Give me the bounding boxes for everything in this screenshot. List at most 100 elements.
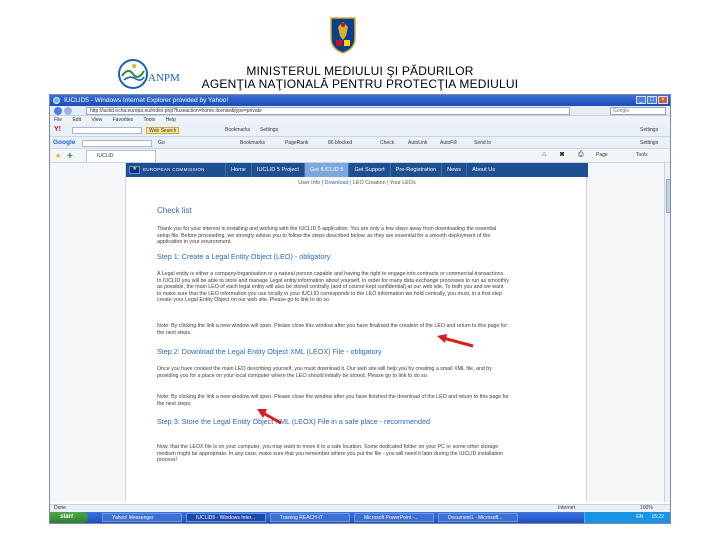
ministry-title: MINISTERUL MEDIULUI ŞI PĂDURILOR (246, 64, 474, 78)
web-search-button[interactable]: Web Search (146, 127, 180, 134)
google-check[interactable]: Check (380, 140, 394, 147)
eu-flag-icon (129, 165, 140, 174)
google-toolbar: Google Go Bookmarks PageRank 86 blocked … (50, 137, 670, 149)
nav-iuclid-project[interactable]: IUCLID 5 Project (250, 163, 304, 177)
add-favorite-icon[interactable]: ✚ (67, 152, 73, 160)
google-search-input[interactable] (82, 140, 152, 147)
agency-title: AGENŢIA NAŢIONALĂ PENTRU PROTECŢIA MEDIU… (201, 77, 519, 91)
menu-edit[interactable]: Edit (72, 117, 81, 123)
google-settings[interactable]: Settings (640, 140, 658, 147)
step1-text: A Legal entity is either a company/organ… (157, 271, 509, 304)
zoom-level[interactable]: 100% (640, 505, 653, 512)
tab-iuclid-label: IUCLID (97, 153, 114, 159)
task-label: Microsoft PowerPoint -... (364, 515, 419, 521)
page-menu[interactable]: Page (596, 152, 608, 159)
task-word[interactable]: Document1 - Microsoft... (438, 513, 518, 522)
google-autofill[interactable]: AutoFill (440, 140, 457, 147)
step2-text: Once you have created the main LEO descr… (157, 366, 492, 379)
nav-get-support[interactable]: Get Support (348, 163, 389, 177)
subnav-leo-creation[interactable]: LEO Creation (353, 180, 386, 186)
vertical-scrollbar[interactable] (664, 163, 670, 502)
menu-help[interactable]: Help (166, 117, 176, 123)
google-send-to[interactable]: Send to (474, 140, 491, 147)
coat-of-arms-icon (330, 17, 356, 54)
yahoo-search-input[interactable] (72, 127, 142, 134)
url-input[interactable]: http://iuclid.echa.europa.eu/index.php?f… (86, 107, 570, 115)
nav-pre-registration[interactable]: Pre-Registration (389, 163, 441, 177)
subnav-your-leos[interactable]: Your LEOs (390, 180, 416, 186)
yahoo-bookmarks[interactable]: Bookmarks (225, 127, 250, 134)
eu-label: EUROPEAN COMMISSION (143, 167, 205, 172)
intro-text: Thank you for your interest in installin… (157, 226, 497, 246)
system-tray: EN 15:22 (584, 512, 670, 523)
windows-taskbar: start Yahoo! Messenger IUCLID5 - Windows… (50, 512, 670, 523)
yahoo-logo[interactable]: Y! (54, 126, 61, 133)
status-bar: Done Internet 100% (50, 504, 670, 512)
internet-zone: Internet (558, 505, 575, 511)
menu-favorites[interactable]: Favorites (113, 117, 134, 123)
task-training-reach[interactable]: Training REACH-IT (270, 513, 350, 522)
menu-file[interactable]: File (54, 117, 62, 123)
google-go-button[interactable]: Go (158, 140, 165, 147)
page-viewport: EUROPEAN COMMISSION Home IUCLID 5 Projec… (50, 163, 670, 502)
step2-heading: Step 2: Download the Legal Entity Object… (157, 347, 382, 356)
slide: ANPM MINISTERUL MEDIULUI ŞI PĂDURILOR AG… (0, 0, 720, 540)
tools-menu[interactable]: Tools (636, 152, 648, 159)
scrollbar-thumb[interactable] (666, 179, 670, 213)
menu-view[interactable]: View (91, 117, 102, 123)
google-popup-blocked[interactable]: 86 blocked (328, 140, 352, 147)
google-autolink[interactable]: AutoLink (408, 140, 427, 147)
nav-news[interactable]: News (441, 163, 466, 177)
task-label: IUCLID5 - Windows Inter... (196, 515, 256, 521)
nav-get-iuclid[interactable]: Get IUCLID 5 (303, 163, 349, 177)
step3-text: Now, that the LEOX file is on your compu… (157, 444, 503, 464)
subnav-download[interactable]: Download (325, 180, 349, 186)
iuclid-site: EUROPEAN COMMISSION Home IUCLID 5 Projec… (125, 163, 588, 502)
google-pagerank[interactable]: PageRank (285, 140, 308, 147)
red-arrow-icon (257, 409, 282, 425)
google-logo: Google (53, 139, 76, 146)
task-yahoo-messenger[interactable]: Yahoo! Messenger (102, 513, 182, 522)
nav-about-us[interactable]: About Us (466, 163, 500, 177)
close-button[interactable]: × (658, 96, 668, 104)
menu-bar: File Edit View Favorites Tools Help (50, 116, 670, 124)
yahoo-settings[interactable]: Settings (260, 127, 278, 134)
tab-iuclid[interactable]: IUCLID (86, 150, 156, 162)
start-label: start (60, 514, 74, 520)
minimize-button[interactable]: _ (636, 96, 646, 104)
google-bookmarks[interactable]: Bookmarks (240, 140, 265, 147)
task-label: Yahoo! Messenger (112, 515, 154, 521)
maximize-button[interactable]: □ (647, 96, 657, 104)
task-powerpoint[interactable]: Microsoft PowerPoint -... (354, 513, 434, 522)
window-title: IUCLID5 - Windows Internet Explorer prov… (64, 97, 229, 104)
favorites-star-icon[interactable]: ★ (55, 152, 61, 160)
window-titlebar: IUCLID5 - Windows Internet Explorer prov… (50, 95, 670, 106)
status-text: Done (54, 505, 66, 511)
subnav-user-info[interactable]: User Info (298, 180, 320, 186)
tab-bar: ★ ✚ IUCLID ⌂ ◙ ⎙ Page Tools (50, 149, 670, 163)
step1-heading: Step 1: Create a Legal Entity Object (LE… (157, 252, 331, 261)
site-header: EUROPEAN COMMISSION Home IUCLID 5 Projec… (126, 163, 588, 177)
step3-heading: Step 3: Store the Legal Entity Object XM… (157, 417, 430, 426)
yahoo-toolbar: Y! Web Search Bookmarks Settings Setting… (50, 124, 670, 137)
task-label: Document1 - Microsoft... (448, 515, 503, 521)
yahoo-right-settings[interactable]: Settings (640, 127, 658, 134)
ie-icon (53, 97, 60, 104)
search-input[interactable]: Google (610, 107, 666, 115)
language-indicator[interactable]: EN (636, 514, 643, 520)
step2-note: Note: By clicking the link a new window … (157, 394, 509, 407)
site-nav: Home IUCLID 5 Project Get IUCLID 5 Get S… (225, 163, 500, 177)
nav-home[interactable]: Home (225, 163, 251, 177)
task-iuclid-browser[interactable]: IUCLID5 - Windows Inter... (186, 513, 266, 522)
forward-icon[interactable] (64, 107, 72, 115)
feeds-icon[interactable]: ◙ (560, 151, 564, 158)
home-icon[interactable]: ⌂ (542, 151, 546, 158)
print-icon[interactable]: ⎙ (578, 151, 584, 158)
browser-window: IUCLID5 - Windows Internet Explorer prov… (49, 94, 671, 524)
menu-tools[interactable]: Tools (143, 117, 155, 123)
address-bar: http://iuclid.echa.europa.eu/index.php?f… (50, 106, 670, 116)
page-title: Check list (157, 206, 192, 215)
start-button[interactable]: start (50, 512, 88, 523)
clock: 15:22 (651, 514, 664, 520)
back-icon[interactable] (54, 107, 62, 115)
